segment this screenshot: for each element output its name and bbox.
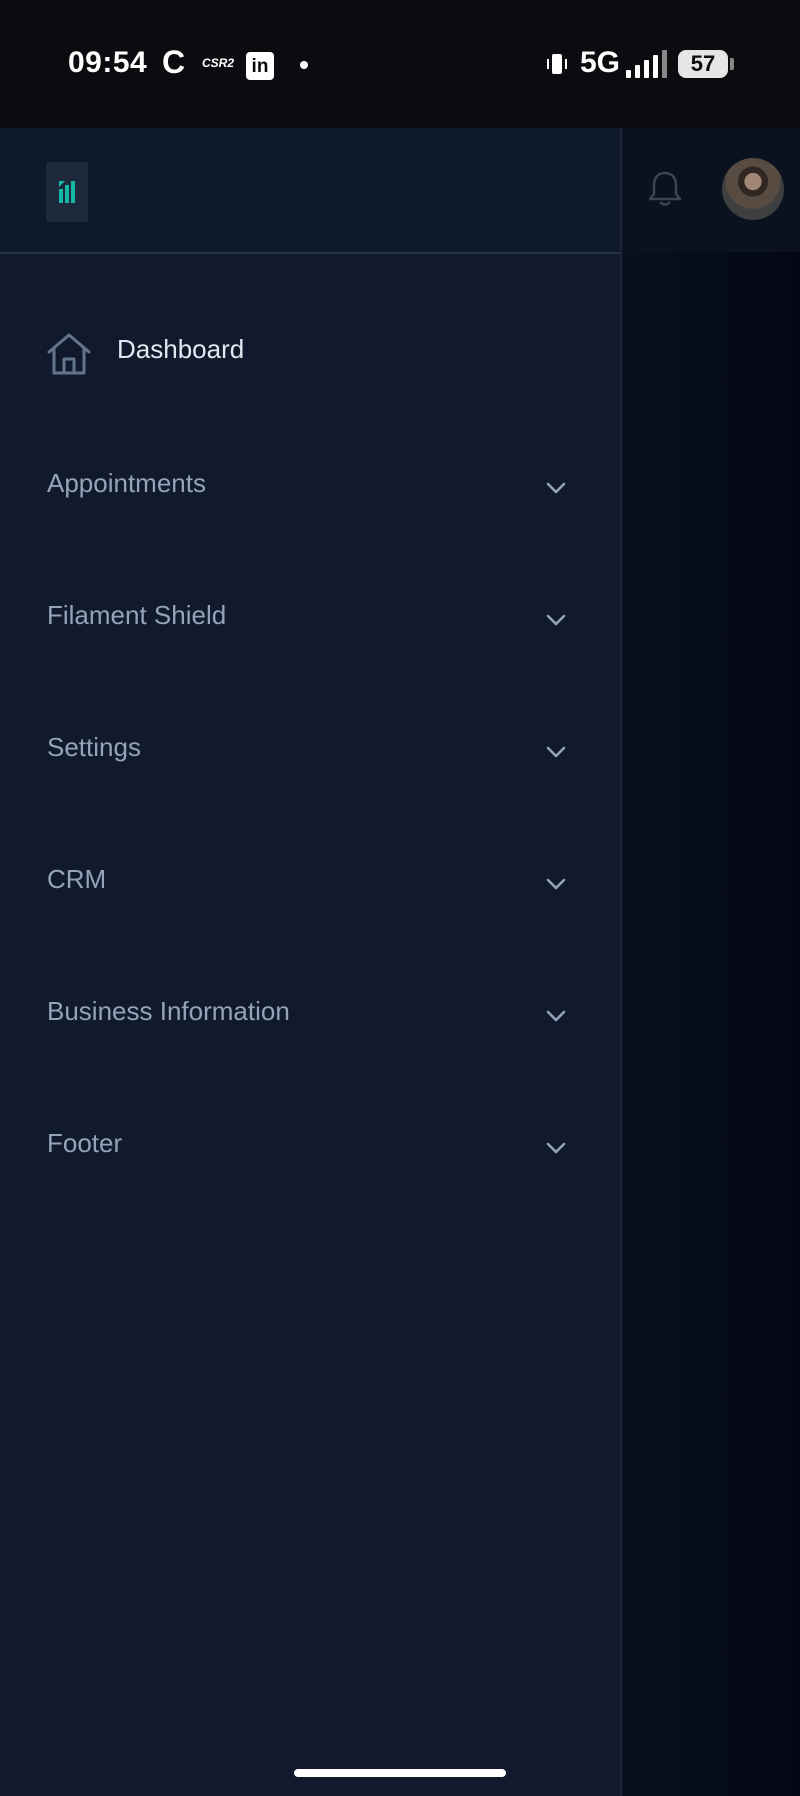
- sidebar-item-filament-shield[interactable]: Filament Shield: [0, 580, 620, 660]
- notification-c-icon: C: [162, 44, 186, 80]
- sidebar-item-label: Filament Shield: [47, 600, 227, 630]
- sidebar-item-label: Appointments: [47, 468, 206, 498]
- main-content-overlay[interactable]: [622, 128, 800, 1796]
- battery-icon: [730, 58, 734, 70]
- sidebar-item-dashboard[interactable]: Dashboard: [0, 314, 620, 394]
- chevron-down-icon[interactable]: [544, 1004, 568, 1028]
- sidebar-item-label: Business Information: [47, 996, 290, 1026]
- chevron-down-icon[interactable]: [544, 872, 568, 896]
- home-icon: [47, 333, 91, 375]
- chevron-down-icon[interactable]: [544, 608, 568, 632]
- more-notifications-dot-icon: [300, 61, 308, 69]
- sidebar-item-business-information[interactable]: Business Information: [0, 976, 620, 1056]
- bell-icon[interactable]: [648, 170, 682, 208]
- sidebar-item-label: Footer: [47, 1128, 123, 1158]
- sidebar-item-label: CRM: [47, 864, 107, 894]
- sidebar-item-footer[interactable]: Footer: [0, 1108, 620, 1188]
- brand-logo-icon[interactable]: [46, 162, 88, 222]
- notification-csr2-icon: CSR2: [202, 56, 235, 70]
- sidebar-item-crm[interactable]: CRM: [0, 844, 620, 924]
- vibrate-icon: [547, 54, 567, 74]
- sidebar-item-settings[interactable]: Settings: [0, 712, 620, 792]
- chevron-down-icon[interactable]: [544, 476, 568, 500]
- sidebar-drawer: Dashboard Appointments Filament Shield S…: [0, 128, 622, 1796]
- status-bar: 09:54 C CSR2 in 5G 57: [0, 0, 800, 128]
- sidebar-item-label: Dashboard: [117, 334, 245, 364]
- linkedin-icon: in: [246, 52, 274, 80]
- sidebar-item-appointments[interactable]: Appointments: [0, 448, 620, 528]
- chevron-down-icon[interactable]: [544, 1136, 568, 1160]
- chevron-down-icon[interactable]: [544, 740, 568, 764]
- home-indicator[interactable]: [294, 1769, 506, 1777]
- status-time: 09:54: [68, 46, 148, 79]
- sidebar-item-label: Settings: [47, 732, 141, 762]
- battery-level: 57: [678, 50, 728, 78]
- sidebar-header: [0, 128, 620, 254]
- signal-icon: [626, 50, 667, 78]
- avatar[interactable]: [722, 158, 784, 220]
- network-type: 5G: [580, 46, 621, 79]
